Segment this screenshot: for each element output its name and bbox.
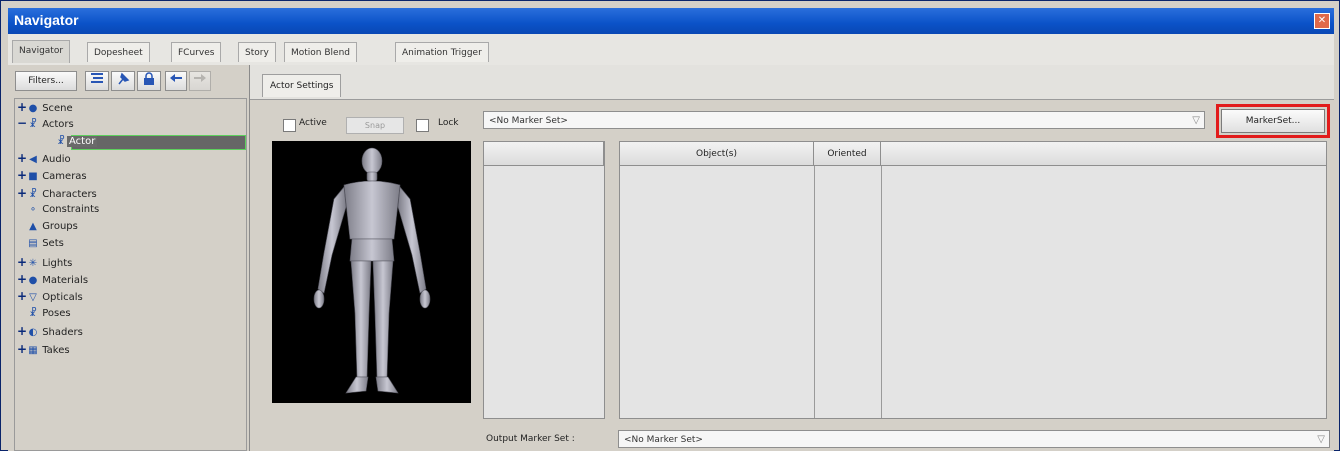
back-arrow-icon[interactable]	[165, 71, 187, 91]
tab-animation-trigger[interactable]: Animation Trigger	[395, 42, 489, 62]
camera-icon: ■	[28, 171, 38, 182]
pose-icon: ☧	[29, 308, 37, 319]
output-marker-set-label: Output Marker Set :	[486, 434, 575, 444]
constraint-icon: ∘	[29, 204, 37, 215]
chevron-down-icon: ▽	[1192, 115, 1200, 126]
tree-item-takes[interactable]: +▦ Takes	[17, 341, 70, 357]
tree-item-constraints[interactable]: ∘ Constraints	[27, 202, 99, 218]
tree-item-cameras[interactable]: +■ Cameras	[17, 167, 87, 183]
close-icon[interactable]: ✕	[1314, 13, 1330, 29]
tree-item-actor[interactable]: ☧ Actor	[55, 134, 98, 150]
column-divider	[881, 166, 882, 418]
actor-icon: ☧	[57, 136, 65, 147]
column-header-empty	[881, 142, 1326, 166]
tree-item-groups[interactable]: ▲ Groups	[27, 219, 78, 235]
scene-tree: + ● Scene − ☧ Actors ☧ Actor + ◀ Audio +■ Ca…	[14, 98, 247, 451]
tree-item-scene[interactable]: + ● Scene	[17, 99, 73, 115]
actor-icon: ☧	[29, 119, 37, 130]
actor-figure	[313, 147, 431, 394]
marker-set-value: <No Marker Set>	[489, 116, 568, 126]
body-part-list-header	[484, 142, 604, 166]
character-icon: ☧	[29, 189, 37, 200]
snap-button[interactable]: Snap	[346, 117, 404, 134]
body-part-list[interactable]	[483, 141, 605, 419]
actor-preview-viewport[interactable]	[272, 141, 471, 403]
main-tab-strip: Navigator Dopesheet FCurves Story Motion…	[8, 34, 1334, 66]
tree-item-characters[interactable]: + ☧ Characters	[17, 185, 97, 201]
lock-icon[interactable]	[137, 71, 161, 91]
audio-icon: ◀	[29, 154, 37, 165]
tree-item-poses[interactable]: ☧ Poses	[27, 306, 70, 322]
output-marker-set-dropdown[interactable]: <No Marker Set> ▽	[618, 430, 1330, 448]
tree-item-materials[interactable]: + ● Materials	[17, 271, 88, 287]
tree-item-actors[interactable]: − ☧ Actors	[17, 115, 74, 131]
active-checkbox[interactable]	[283, 119, 296, 132]
tree-item-lights[interactable]: + ✳ Lights	[17, 254, 72, 270]
tab-motion-blend[interactable]: Motion Blend	[284, 42, 358, 62]
tab-navigator[interactable]: Navigator	[12, 40, 71, 63]
tab-dopesheet[interactable]: Dopesheet	[87, 42, 150, 62]
column-header-objects[interactable]: Object(s)	[620, 142, 814, 166]
tab-fcurves[interactable]: FCurves	[171, 42, 222, 62]
lock-label: Lock	[438, 118, 459, 128]
pin-icon[interactable]	[111, 71, 135, 91]
title-bar: Navigator ✕	[8, 8, 1334, 34]
tab-actor-settings[interactable]: Actor Settings	[262, 74, 342, 97]
take-icon: ▦	[28, 345, 38, 356]
shader-icon: ◐	[28, 327, 38, 338]
group-icon: ▲	[29, 221, 37, 232]
window-title: Navigator	[14, 12, 79, 28]
tab-story[interactable]: Story	[238, 42, 276, 62]
chevron-down-icon: ▽	[1317, 434, 1325, 445]
actor-settings-panel: Actor Settings Active Snap Lock <No Mark…	[250, 65, 1334, 451]
lock-checkbox[interactable]	[416, 119, 429, 132]
filters-button[interactable]: Filters...	[15, 71, 77, 91]
tree-item-opticals[interactable]: + ▽ Opticals	[17, 288, 83, 304]
marker-set-dropdown[interactable]: <No Marker Set> ▽	[483, 111, 1205, 129]
material-icon: ●	[28, 275, 38, 286]
forward-arrow-icon[interactable]	[189, 71, 211, 91]
annotation-highlight-box	[1216, 104, 1330, 138]
navigator-toolbar: Filters...	[15, 71, 241, 93]
navigator-panel: Filters... + ● Scene − ☧ Actors ☧ Actor + ◀ …	[8, 65, 250, 451]
tree-item-sets[interactable]: ▤ Sets	[27, 236, 64, 252]
marker-object-table[interactable]: Object(s) Oriented	[619, 141, 1327, 419]
column-divider	[814, 166, 815, 418]
set-icon: ▤	[28, 238, 38, 249]
optical-icon: ▽	[29, 292, 37, 303]
settings-tab-strip: Actor Settings	[250, 65, 1334, 100]
tree-item-audio[interactable]: + ◀ Audio	[17, 150, 71, 166]
light-icon: ✳	[28, 258, 38, 269]
output-marker-set-value: <No Marker Set>	[624, 435, 703, 445]
tree-item-shaders[interactable]: + ◐ Shaders	[17, 323, 83, 339]
list-view-icon[interactable]	[85, 71, 109, 91]
active-label: Active	[299, 118, 327, 128]
column-header-oriented[interactable]: Oriented	[814, 142, 881, 166]
